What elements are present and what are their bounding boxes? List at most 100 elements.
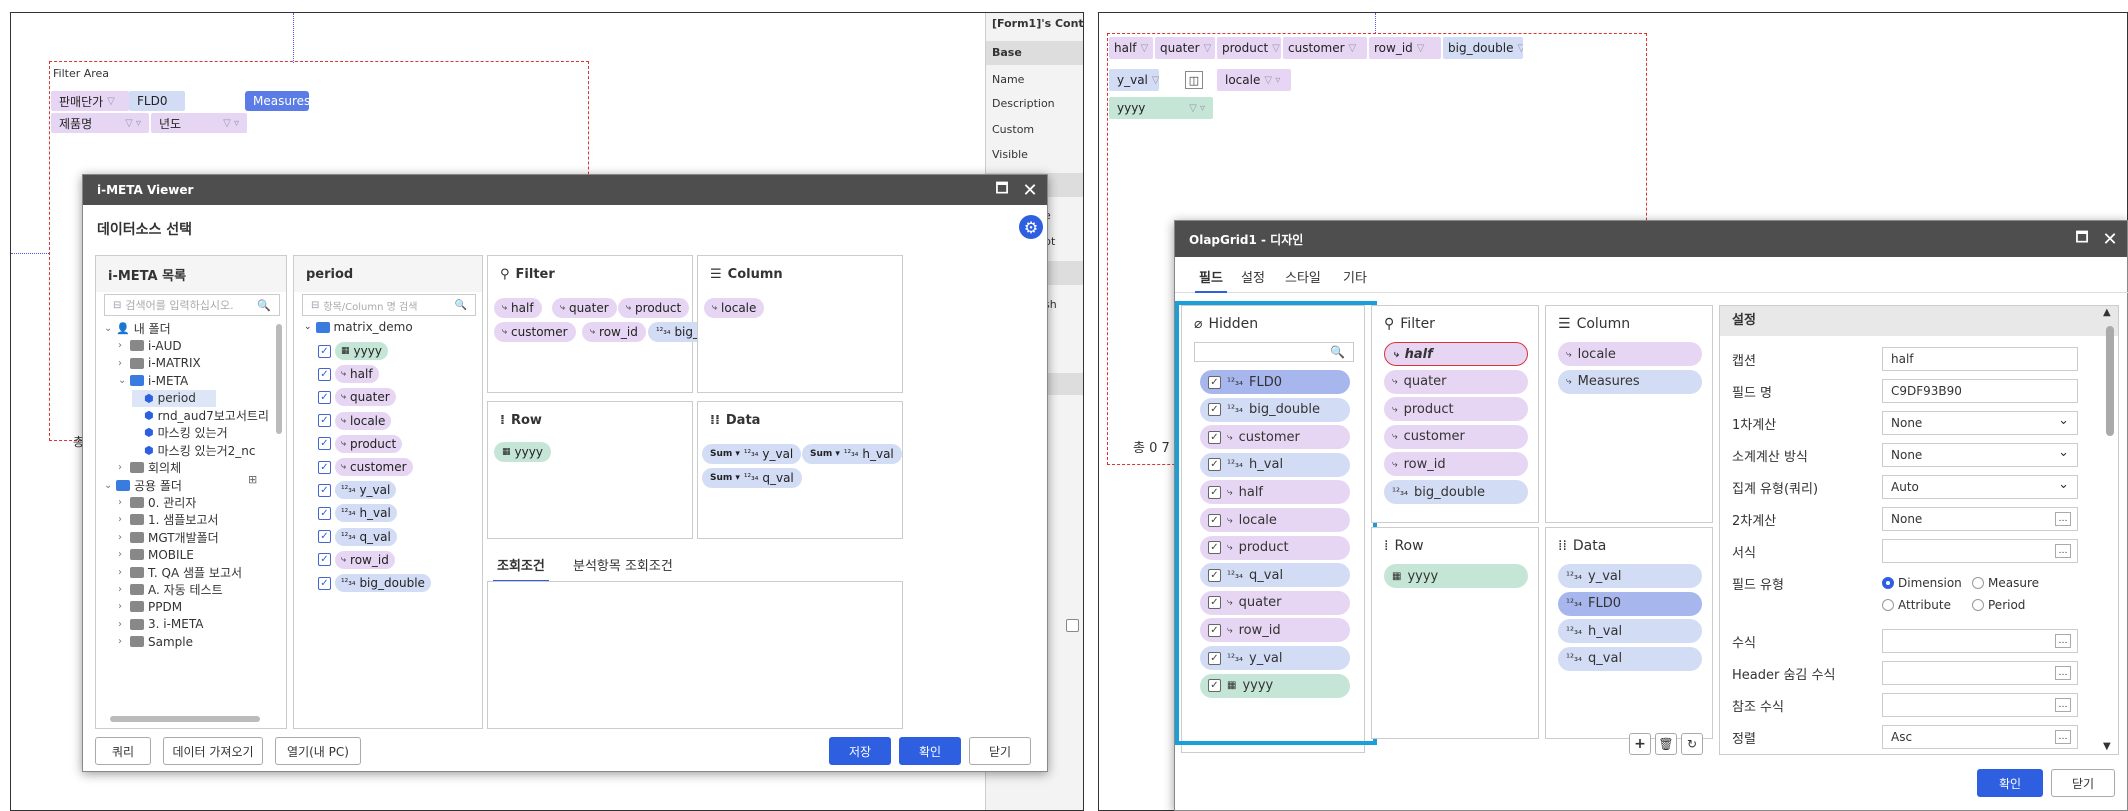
field-chip[interactable]: ⤷ quater — [1384, 369, 1528, 394]
field-chip[interactable]: ¹²₃₄ FLD0 — [1558, 591, 1702, 616]
tab-fields[interactable]: 필드 — [1195, 267, 1227, 293]
scroll-down-icon[interactable]: ▼ — [2103, 741, 2111, 752]
field-item[interactable]: ✓ ⤷ quater — [318, 386, 396, 408]
agg-select[interactable]: Auto — [1882, 475, 2078, 499]
field-item[interactable]: ✓ ▦ yyyy — [318, 340, 388, 362]
field-chip[interactable]: Sum ▾ ¹²₃₄ h_val — [802, 444, 902, 464]
tree-item[interactable]: › 0. 관리자 — [118, 494, 196, 511]
tab-settings[interactable]: 설정 — [1241, 267, 1265, 286]
maximize-icon[interactable]: 🗖 — [989, 175, 1015, 205]
tree-item[interactable]: ⬢ rnd_aud7보고서트리 — [132, 407, 269, 424]
fields-search-input[interactable]: ⊟ 항목/Column 명 검색 🔍 — [302, 294, 476, 316]
ellipsis-icon[interactable]: … — [2055, 730, 2071, 744]
designer-chip[interactable]: row_id ▽ — [1369, 37, 1441, 59]
checkbox-icon[interactable]: ✓ — [318, 483, 331, 497]
tree-item[interactable]: › i-AUD — [118, 337, 182, 354]
checkbox-icon[interactable]: ✓ — [318, 390, 331, 404]
field-chip[interactable]: ⤷ product — [618, 298, 690, 318]
expand-icon[interactable]: ⊞ — [248, 473, 257, 486]
field-chip[interactable]: ⤷ locale — [1558, 342, 1702, 366]
tree-item[interactable]: ⌄ 👤 내 폴더 — [104, 320, 171, 337]
field-chip[interactable]: ¹²₃₄ h_val — [1558, 619, 1702, 644]
format-input[interactable]: … — [1882, 539, 2078, 563]
tree-scrollbar[interactable] — [276, 324, 282, 434]
designer-chip[interactable]: yyyy ▽ ▿ — [1109, 97, 1213, 119]
fieldtype-radio[interactable]: Dimension — [1882, 576, 1962, 590]
query-button[interactable]: 쿼리 — [95, 737, 151, 765]
tree-item[interactable]: ⌄ i-META — [118, 372, 188, 389]
tree-item[interactable]: ⌄ 공용 폴더 — [104, 477, 182, 494]
field-item[interactable]: ✓ ⤷ product — [318, 433, 403, 455]
designer-chip[interactable]: big_double▽ — [1443, 37, 1523, 59]
ok-button[interactable]: 확인 — [1977, 769, 2043, 797]
property-name[interactable]: Name — [992, 73, 1024, 86]
calc2-input[interactable]: None… — [1882, 507, 2078, 531]
field-item[interactable]: ✓ ¹²₃₄ big_double — [318, 572, 431, 594]
close-button[interactable]: 닫기 — [2051, 769, 2115, 797]
calc1-select[interactable]: None — [1882, 411, 2078, 435]
checkbox-icon[interactable]: ✓ — [318, 344, 331, 358]
tree-item[interactable]: ⬢ 마스킹 있는거2_nc — [132, 442, 256, 459]
formula-input[interactable]: … — [1882, 629, 2078, 653]
fieldname-input[interactable]: C9DF93B90 — [1882, 379, 2078, 403]
field-chip[interactable]: ⤷ half — [494, 298, 542, 318]
sort-input[interactable]: Asc… — [1882, 725, 2078, 749]
field-item[interactable]: ✓ ⤷ row_id — [318, 549, 395, 571]
save-button[interactable]: 저장 — [829, 737, 891, 765]
analysis-condition-tab[interactable]: 분석항목 조회조건 — [573, 555, 673, 574]
ellipsis-icon[interactable]: … — [2055, 666, 2071, 680]
checkbox-icon[interactable]: ✓ — [318, 553, 331, 567]
to-checkbox[interactable]: To — [1066, 619, 1083, 632]
fieldtype-radio[interactable]: Period — [1972, 598, 2025, 612]
checkbox-icon[interactable]: ✓ — [318, 576, 331, 590]
caption-input[interactable]: half — [1882, 347, 2078, 371]
hidden-formula-input[interactable]: … — [1882, 661, 2078, 685]
property-custom[interactable]: Custom — [992, 123, 1034, 136]
fieldtype-radio[interactable]: Measure — [1972, 576, 2039, 590]
checkbox-icon[interactable]: ✓ — [318, 530, 331, 544]
field-item[interactable]: ✓ ⤷ customer — [318, 456, 413, 478]
property-visible[interactable]: Visible — [992, 148, 1028, 161]
designer-chip[interactable]: product ▽ — [1217, 37, 1281, 59]
agg-select[interactable]: Sum ▾ — [710, 449, 740, 459]
field-item[interactable]: ✓ ¹²₃₄ y_val — [318, 479, 397, 501]
tree-item[interactable]: › Sample — [118, 633, 193, 650]
close-icon[interactable]: ✕ — [1017, 175, 1043, 205]
designer-chip[interactable]: quater ▽ — [1155, 37, 1215, 59]
tree-search-input[interactable]: ⊟ 검색어를 입력하십시오. 🔍 — [104, 294, 280, 316]
subtotal-select[interactable]: None — [1882, 443, 2078, 467]
tree-item[interactable]: ⬢ period — [132, 389, 216, 407]
field-chip[interactable]: ¹²₃₄ big_double — [1384, 480, 1528, 504]
tree-item[interactable]: ⬢ 마스킹 있는거 — [132, 424, 228, 441]
tab-style[interactable]: 스타일 — [1285, 267, 1321, 286]
field-chip[interactable]: ⤷ quater — [552, 298, 617, 318]
open-local-button[interactable]: 열기(내 PC) — [275, 737, 361, 765]
ellipsis-icon[interactable]: … — [2055, 634, 2071, 648]
tree-item[interactable]: › PPDM — [118, 598, 182, 615]
checkbox-icon[interactable]: ✓ — [318, 367, 331, 381]
field-chip[interactable]: ¹²₃₄ q_val — [1558, 646, 1702, 671]
fieldtype-radio[interactable]: Attribute — [1882, 598, 1951, 612]
field-chip[interactable]: ⤷ half — [1384, 342, 1528, 366]
tree-item[interactable]: › 1. 샘플보고서 — [118, 511, 218, 528]
add-button[interactable]: + — [1629, 733, 1651, 755]
measures-chip[interactable]: Measures — [245, 91, 309, 111]
tree-item[interactable]: › MOBILE — [118, 546, 194, 563]
field-chip[interactable]: ⤷ locale — [704, 298, 765, 318]
close-icon[interactable]: ✕ — [2097, 221, 2123, 257]
tree-item[interactable]: › T. QA 샘플 보고서 — [118, 564, 242, 581]
tab-etc[interactable]: 기타 — [1343, 267, 1367, 286]
designer-chip[interactable]: customer ▽ — [1283, 37, 1367, 59]
ref-formula-input[interactable]: … — [1882, 693, 2078, 717]
tree-item[interactable]: › MGT개발폴더 — [118, 529, 219, 546]
agg-select[interactable]: Sum ▾ — [810, 449, 840, 459]
ellipsis-icon[interactable]: … — [2055, 512, 2071, 526]
field-chip[interactable]: ⤷ product — [1384, 397, 1528, 422]
agg-select[interactable]: Sum ▾ — [710, 473, 740, 483]
designer-chip[interactable]: 판매단가 ▽ — [51, 91, 129, 111]
designer-chip[interactable]: 제품명 ▽ ▿ — [51, 113, 149, 133]
delete-icon[interactable]: 🗑 — [1655, 733, 1677, 755]
tree-item[interactable]: › i-MATRIX — [118, 355, 201, 372]
field-item[interactable]: ✓ ⤷ half — [318, 363, 379, 385]
designer-chip[interactable]: FLD0 — [129, 91, 185, 111]
